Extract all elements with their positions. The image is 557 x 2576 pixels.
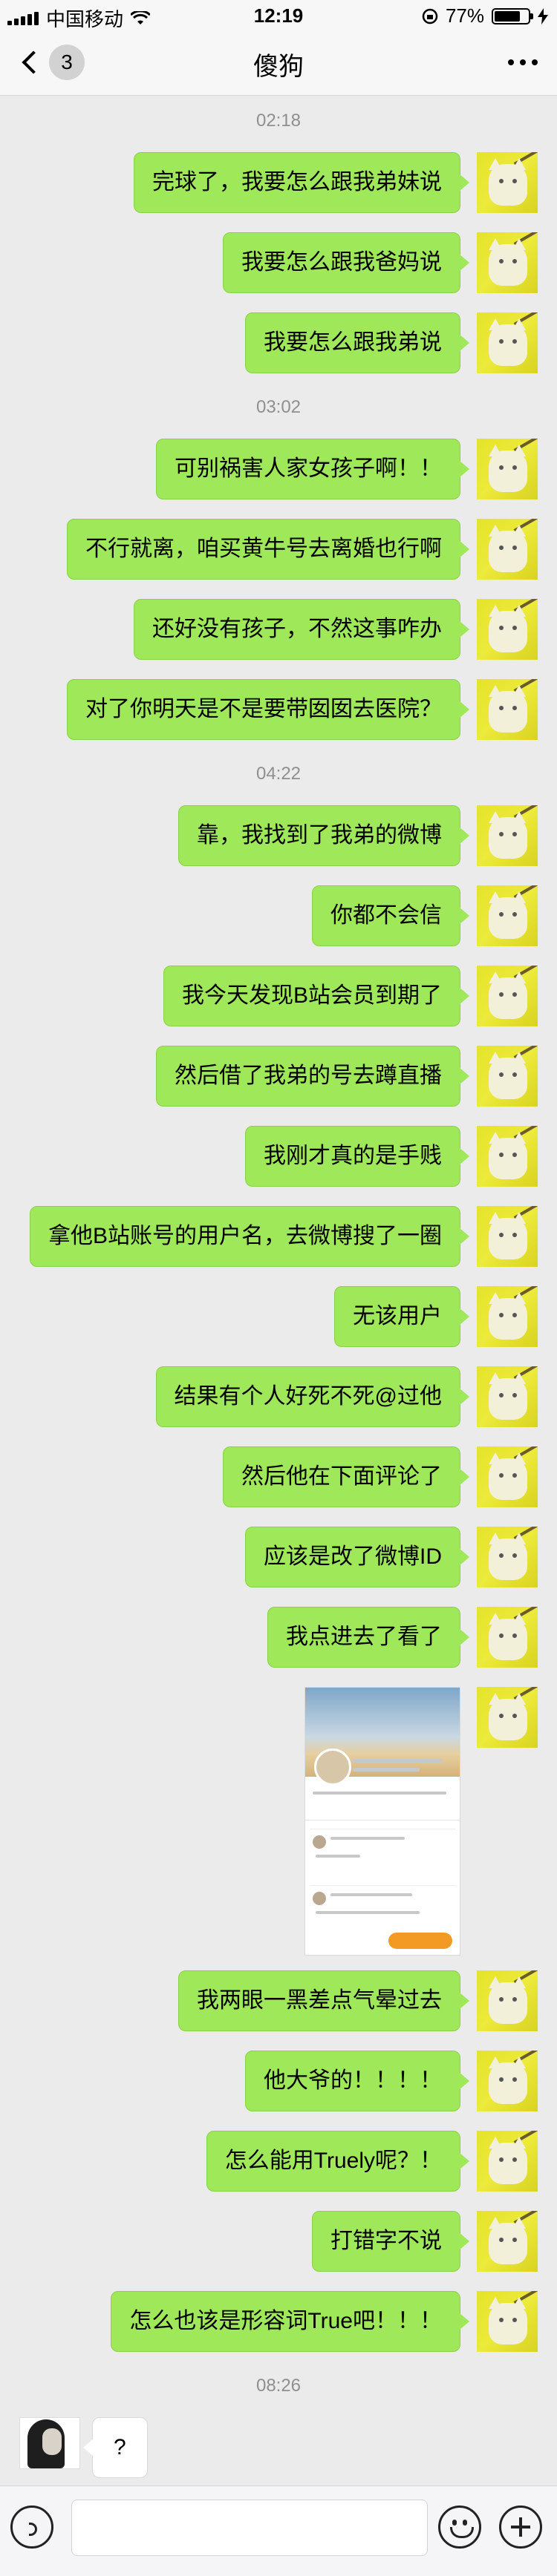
my-avatar[interactable] [477, 2211, 538, 2272]
message-bubble[interactable]: 你都不会信 [312, 885, 469, 946]
my-avatar[interactable] [477, 885, 538, 946]
message-bubble[interactable]: 结果有个人好死不死@过他 [155, 1366, 470, 1427]
my-avatar[interactable] [477, 2291, 538, 2352]
message-bubble[interactable]: 我两眼一黑差点气晕过去 [178, 1970, 469, 2031]
message-bubble[interactable]: 打错字不说 [312, 2211, 469, 2272]
input-bar [0, 2485, 557, 2576]
timestamp: 08:26 [255, 2376, 302, 2396]
message-bubble[interactable]: ? [83, 2417, 148, 2478]
my-avatar[interactable] [477, 1366, 538, 1427]
message-bubble[interactable]: 怎么能用Truely呢？！ [206, 2131, 470, 2192]
message-bubble[interactable]: 我刚才真的是手贱 [245, 1126, 469, 1187]
my-avatar[interactable] [477, 519, 538, 580]
message-bubble[interactable]: 我今天发现B站会员到期了 [163, 966, 470, 1026]
plus-icon[interactable] [499, 2505, 542, 2549]
emoji-icon[interactable] [438, 2505, 481, 2549]
my-avatar[interactable] [477, 312, 538, 373]
timestamp: 04:22 [255, 764, 302, 784]
my-avatar[interactable] [477, 2051, 538, 2111]
battery-icon [492, 7, 533, 24]
charging-bolt-icon [538, 7, 548, 24]
my-avatar[interactable] [477, 1970, 538, 2031]
my-avatar[interactable] [477, 1046, 538, 1107]
message-bubble[interactable]: 我点进去了看了 [267, 1607, 469, 1668]
message-bubble[interactable]: 还好没有孩子，不然这事咋办 [134, 599, 469, 660]
my-avatar[interactable] [477, 805, 538, 866]
my-avatar[interactable] [477, 679, 538, 740]
message-bubble[interactable]: 怎么也该是形容词True吧！！！ [111, 2291, 469, 2352]
my-avatar[interactable] [477, 2131, 538, 2192]
my-avatar[interactable] [477, 1527, 538, 1587]
my-avatar[interactable] [477, 1126, 538, 1187]
message-input[interactable] [71, 2500, 428, 2556]
my-avatar[interactable] [477, 1687, 538, 1748]
weibo-screenshot-image[interactable] [304, 1687, 460, 1956]
rotation-lock-icon [422, 8, 438, 24]
my-avatar[interactable] [477, 966, 538, 1026]
timestamp: 02:18 [255, 111, 302, 131]
friend-avatar[interactable] [19, 2417, 80, 2469]
timestamp: 03:02 [255, 397, 302, 417]
more-icon[interactable] [508, 59, 538, 65]
nav-bar: 3 傻狗 [0, 30, 557, 96]
my-avatar[interactable] [477, 1206, 538, 1267]
message-bubble[interactable]: 靠，我找到了我弟的微博 [178, 805, 469, 866]
my-avatar[interactable] [477, 1446, 538, 1507]
message-bubble[interactable]: 然后借了我弟的号去蹲直播 [156, 1046, 469, 1107]
my-avatar[interactable] [477, 1607, 538, 1668]
message-bubble[interactable]: 对了你明天是不是要带囡囡去医院？ [67, 679, 469, 740]
battery-fill [495, 10, 520, 22]
my-avatar[interactable] [477, 152, 538, 213]
my-avatar[interactable] [477, 1286, 538, 1347]
message-bubble[interactable]: 他大爷的！！！！ [245, 2051, 469, 2111]
my-avatar[interactable] [477, 439, 538, 499]
battery-percent: 77% [445, 4, 484, 27]
chat-title: 傻狗 [253, 53, 304, 81]
message-list[interactable]: 02:18 完球了，我要怎么跟我弟妹说我要怎么跟我爸妈说我要怎么跟我弟说 03:02… [0, 96, 557, 2485]
my-avatar[interactable] [477, 232, 538, 293]
message-bubble[interactable]: 拿他B站账号的用户名，去微博搜了一圈 [29, 1206, 470, 1267]
message-bubble[interactable]: 应该是改了微博ID [245, 1527, 469, 1587]
message-bubble[interactable]: 我要怎么跟我弟说 [245, 312, 469, 373]
my-avatar[interactable] [477, 599, 538, 660]
message-bubble[interactable]: 然后他在下面评论了 [223, 1446, 469, 1507]
status-right: 77% [422, 4, 548, 27]
message-bubble[interactable]: 我要怎么跟我爸妈说 [223, 232, 469, 293]
message-bubble[interactable]: 不行就离，咱买黄牛号去离婚也行啊 [67, 519, 469, 580]
message-bubble[interactable]: 可别祸害人家女孩子啊！！ [156, 439, 469, 499]
message-bubble[interactable]: 无该用户 [334, 1286, 469, 1347]
status-bar: 中国移动 12:19 77% [0, 0, 557, 30]
message-bubble[interactable]: 完球了，我要怎么跟我弟妹说 [134, 152, 469, 213]
voice-icon[interactable] [10, 2505, 53, 2549]
